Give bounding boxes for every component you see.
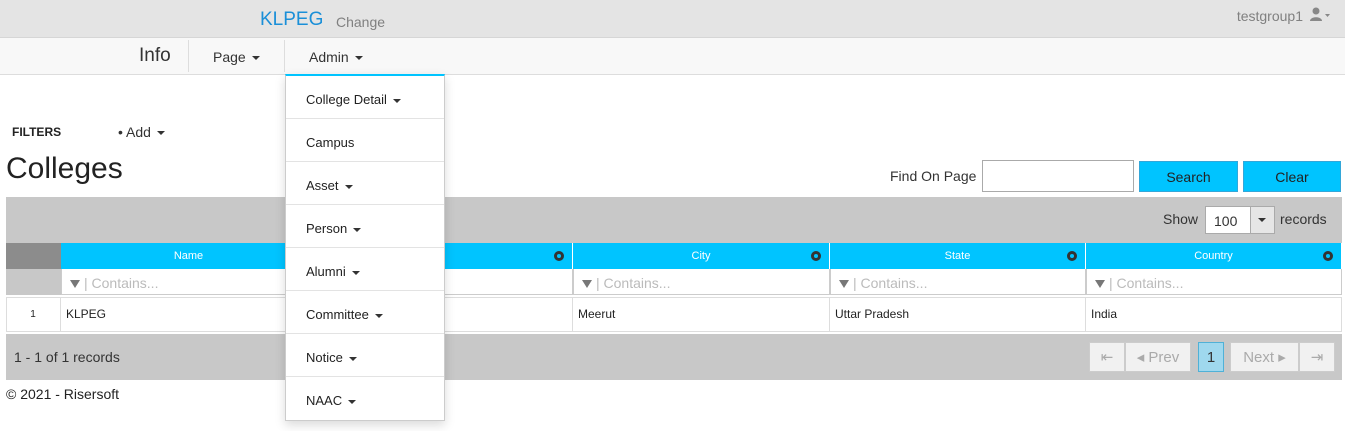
admin-dropdown-menu: College Detail Campus Asset Person Alumn… bbox=[285, 74, 445, 421]
find-on-page-input[interactable] bbox=[982, 160, 1134, 192]
cell-city[interactable]: Meerut bbox=[573, 297, 830, 332]
prev-page-button[interactable]: ◂ Prev bbox=[1125, 342, 1191, 372]
menu-item-alumni[interactable]: Alumni bbox=[286, 248, 444, 291]
caret-down-icon bbox=[1258, 218, 1266, 222]
change-link[interactable]: Change bbox=[336, 14, 385, 30]
nav-divider bbox=[284, 40, 285, 72]
column-header-label: City bbox=[691, 250, 711, 262]
menu-item-label: College Detail bbox=[306, 92, 387, 107]
last-page-button[interactable]: ⇥ bbox=[1299, 342, 1335, 372]
column-header-label: State bbox=[944, 250, 971, 262]
nav-page-dropdown[interactable]: Page bbox=[213, 49, 260, 65]
caret-down-icon bbox=[156, 131, 165, 136]
filter-input-city[interactable]: | Contains... bbox=[573, 269, 830, 295]
search-button[interactable]: Search bbox=[1139, 161, 1238, 192]
caret-down-icon bbox=[348, 356, 357, 361]
grid-toolbar bbox=[6, 197, 1342, 243]
menu-item-label: Asset bbox=[306, 178, 339, 193]
nav-admin-dropdown[interactable]: Admin bbox=[309, 49, 363, 65]
nav-info[interactable]: Info bbox=[139, 45, 171, 67]
page-size-value: 100 bbox=[1214, 213, 1238, 229]
clear-button[interactable]: Clear bbox=[1243, 161, 1341, 192]
menu-item-asset[interactable]: Asset bbox=[286, 162, 444, 205]
user-icon[interactable] bbox=[1309, 6, 1331, 24]
filters-label: FILTERS bbox=[12, 125, 62, 139]
filter-icon bbox=[582, 280, 592, 289]
nav-divider bbox=[188, 40, 189, 72]
gear-icon[interactable] bbox=[811, 251, 821, 261]
column-header-country[interactable]: Country bbox=[1086, 243, 1342, 269]
menu-item-label: Notice bbox=[306, 350, 343, 365]
filter-input-state[interactable]: | Contains... bbox=[830, 269, 1086, 295]
caret-down-icon bbox=[251, 56, 260, 61]
add-filter-dropdown[interactable]: • Add bbox=[118, 124, 165, 140]
nav-admin-label: Admin bbox=[309, 49, 349, 65]
show-label: Show bbox=[1163, 211, 1199, 227]
menu-item-label: Alumni bbox=[306, 264, 346, 279]
page-size-select[interactable]: 100 bbox=[1205, 206, 1275, 234]
records-label: records bbox=[1280, 211, 1327, 227]
column-header-label: Name bbox=[173, 250, 204, 262]
cell-state[interactable]: Uttar Pradesh bbox=[830, 297, 1086, 332]
filter-placeholder: Contains... bbox=[1116, 275, 1184, 291]
add-filter-label: • Add bbox=[118, 124, 151, 140]
gear-icon[interactable] bbox=[1323, 251, 1333, 261]
menu-item-college-detail[interactable]: College Detail bbox=[286, 76, 444, 119]
nav-bar: Info Page Admin bbox=[0, 38, 1345, 75]
filter-icon bbox=[839, 280, 849, 289]
caret-down-icon bbox=[348, 399, 357, 404]
user-name[interactable]: testgroup1 bbox=[1237, 8, 1303, 24]
record-count: 1 - 1 of 1 records bbox=[14, 349, 120, 365]
menu-item-label: Campus bbox=[306, 135, 355, 150]
filter-icon bbox=[70, 280, 80, 289]
menu-item-campus[interactable]: Campus bbox=[286, 119, 444, 162]
caret-down-icon bbox=[344, 184, 353, 189]
first-page-button[interactable]: ⇤ bbox=[1089, 342, 1125, 372]
column-header-name[interactable]: Name bbox=[61, 243, 317, 269]
nav-page-label: Page bbox=[213, 49, 246, 65]
menu-item-label: NAAC bbox=[306, 393, 343, 408]
caret-down-icon bbox=[353, 227, 362, 232]
filter-placeholder: Contains... bbox=[860, 275, 928, 291]
top-bar: KLPEG Change testgroup1 bbox=[0, 0, 1345, 38]
page-size-toggle[interactable] bbox=[1250, 207, 1274, 233]
menu-item-label: Committee bbox=[306, 307, 369, 322]
menu-item-label: Person bbox=[306, 221, 348, 236]
filter-placeholder: Contains... bbox=[603, 275, 671, 291]
column-header-city[interactable]: City bbox=[573, 243, 830, 269]
row-number: 1 bbox=[6, 297, 61, 332]
gear-icon[interactable] bbox=[554, 251, 564, 261]
menu-item-person[interactable]: Person bbox=[286, 205, 444, 248]
gear-icon[interactable] bbox=[1067, 251, 1077, 261]
filter-input-name[interactable]: | Contains... bbox=[61, 269, 317, 295]
page-title: Colleges bbox=[6, 152, 123, 185]
column-header-state[interactable]: State bbox=[830, 243, 1086, 269]
menu-item-notice[interactable]: Notice bbox=[286, 334, 444, 377]
next-page-button[interactable]: Next ▸ bbox=[1230, 342, 1299, 372]
filter-placeholder: Contains... bbox=[91, 275, 159, 291]
cell-country[interactable]: India bbox=[1086, 297, 1342, 332]
grid-corner-filter bbox=[6, 269, 61, 295]
menu-item-committee[interactable]: Committee bbox=[286, 291, 444, 334]
filter-icon bbox=[1095, 280, 1105, 289]
cell-name[interactable]: KLPEG bbox=[61, 297, 317, 332]
filter-input-country[interactable]: | Contains... bbox=[1086, 269, 1342, 295]
caret-down-icon bbox=[354, 56, 363, 61]
column-header-label: Country bbox=[1194, 250, 1233, 262]
caret-down-icon bbox=[374, 313, 383, 318]
menu-item-naac[interactable]: NAAC bbox=[286, 377, 444, 420]
find-on-page-label: Find On Page bbox=[890, 168, 977, 184]
caret-down-icon bbox=[351, 270, 360, 275]
copyright: © 2021 - Risersoft bbox=[6, 386, 120, 402]
page-number-button[interactable]: 1 bbox=[1198, 342, 1224, 372]
caret-down-icon bbox=[392, 98, 401, 103]
brand-link[interactable]: KLPEG bbox=[260, 9, 323, 31]
